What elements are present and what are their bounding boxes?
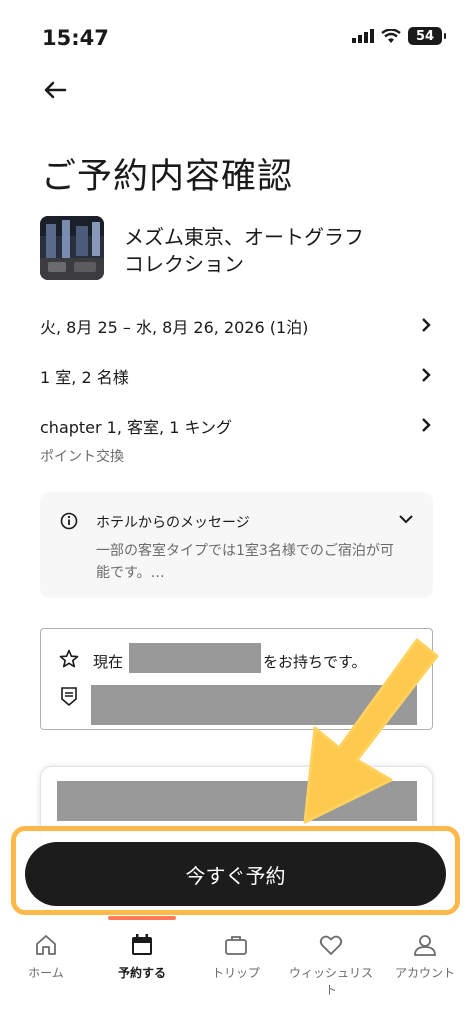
hotel-name: メズム東京、オートグラフ コレクション xyxy=(124,225,364,276)
back-button[interactable] xyxy=(40,75,70,105)
chevron-right-icon xyxy=(422,368,431,382)
arrow-down-left-icon xyxy=(303,638,439,824)
date-label: 火, 8月 25 – 水, 8月 26, 2026 (1泊) xyxy=(40,318,309,337)
room-sublabel: ポイント交換 xyxy=(40,449,124,465)
chevron-right-icon xyxy=(422,418,431,432)
status-time: 15:47 xyxy=(42,26,109,50)
nav-home[interactable]: ホーム xyxy=(1,932,91,981)
nav-wishlist-label: ウィッシュリスト xyxy=(288,966,373,997)
arrow-left-icon xyxy=(44,81,67,99)
date-row[interactable]: 火, 8月 25 – 水, 8月 26, 2026 (1泊) xyxy=(40,314,433,338)
points-redaction xyxy=(129,643,261,673)
message-body: 一部の客室タイプでは1室3名様でのご宿泊が可能です。… xyxy=(96,543,394,581)
guests-label: 1 室, 2 名様 xyxy=(40,368,129,387)
info-icon xyxy=(60,512,78,530)
hotel-thumbnail[interactable] xyxy=(40,216,104,280)
battery-indicator: 54 xyxy=(408,27,446,45)
briefcase-icon xyxy=(225,936,247,955)
guests-row[interactable]: 1 室, 2 名様 xyxy=(40,364,433,388)
person-icon xyxy=(414,935,436,956)
nav-wishlist[interactable]: ウィッシュリスト xyxy=(286,932,376,998)
bottom-navigation: ホーム 予約する トリップ ウィッシュリスト アカウント xyxy=(0,920,473,1024)
heart-icon xyxy=(319,935,343,955)
nav-trips[interactable]: トリップ xyxy=(191,932,281,981)
hotel-message-card[interactable]: ホテルからのメッセージ 一部の客室タイプでは1室3名様でのご宿泊が可能です。… xyxy=(40,492,433,598)
calendar-icon xyxy=(132,934,152,955)
nav-trips-label: トリップ xyxy=(211,966,260,980)
badge-icon xyxy=(61,687,77,707)
star-icon xyxy=(59,649,79,668)
signal-icon xyxy=(352,29,374,43)
nav-book[interactable]: 予約する xyxy=(97,932,187,981)
room-label: chapter 1, 客室, 1 キング xyxy=(40,418,232,437)
nav-home-label: ホーム xyxy=(28,966,64,980)
wifi-icon xyxy=(381,28,401,43)
nav-account[interactable]: アカウント xyxy=(380,932,470,981)
chevron-right-icon xyxy=(422,318,431,332)
chevron-down-icon[interactable] xyxy=(399,514,413,524)
book-now-button[interactable]: 今すぐ予約 xyxy=(25,842,446,906)
room-row[interactable]: chapter 1, 客室, 1 キング ポイント交換 xyxy=(40,414,433,466)
nav-account-label: アカウント xyxy=(394,966,455,980)
status-icons: 54 xyxy=(352,27,446,45)
message-title: ホテルからのメッセージ xyxy=(96,515,250,531)
points-prefix: 現在 xyxy=(93,653,124,671)
home-icon xyxy=(36,935,56,955)
hotel-photo xyxy=(40,216,104,280)
nav-book-label: 予約する xyxy=(117,966,166,980)
page-title: ご予約内容確認 xyxy=(41,157,294,197)
